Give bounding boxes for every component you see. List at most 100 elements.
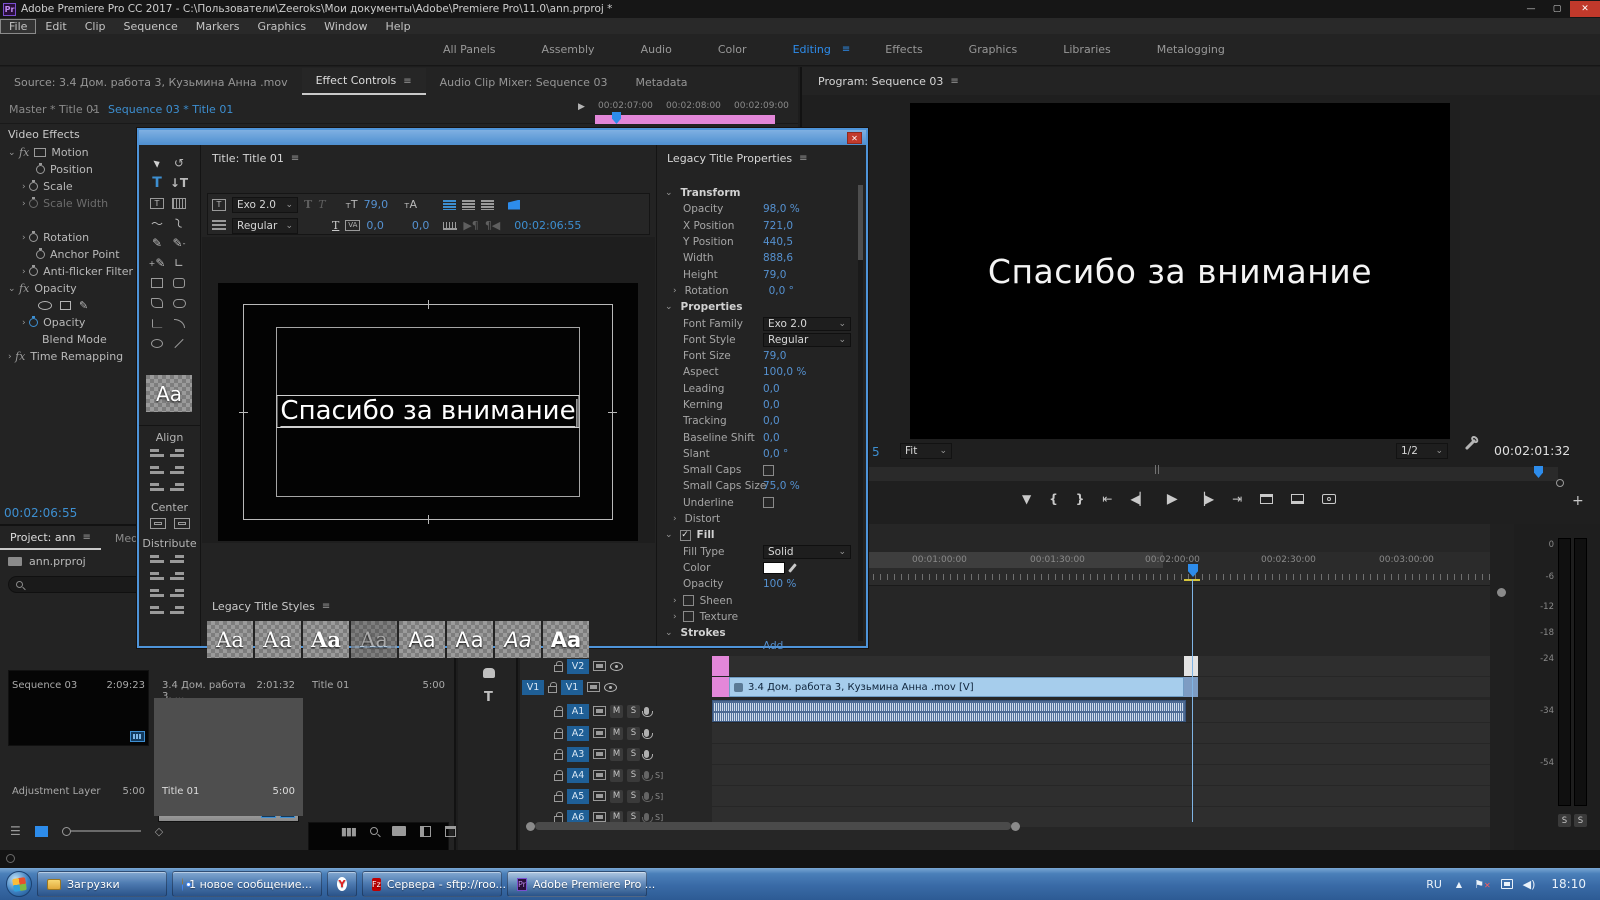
go-to-in-button[interactable]: ⇤ [1102, 492, 1112, 506]
fill-color-swatch[interactable] [763, 561, 785, 574]
solo-button[interactable]: S [627, 726, 640, 740]
fit-dropdown[interactable]: Fit ⌄ [900, 443, 952, 459]
distribute-even-v-button[interactable] [170, 605, 184, 616]
clip-video-tail[interactable] [1184, 677, 1198, 697]
menu-window[interactable]: Window [315, 19, 376, 34]
mic-icon[interactable] [642, 792, 653, 802]
sync-lock-icon[interactable] [593, 791, 606, 801]
ec-mini-clip-bar[interactable] [595, 115, 775, 124]
distribute-left-button[interactable] [150, 554, 164, 565]
taskbar-downloads[interactable]: Загрузки [37, 871, 167, 897]
rounded-rect-tool[interactable] [168, 273, 190, 293]
source-patch-v1[interactable]: V1 [522, 679, 544, 695]
property-row[interactable]: Fill Type Solid ⌄ [657, 544, 866, 560]
property-row[interactable]: › Sheen [657, 592, 866, 608]
mute-button[interactable]: M [610, 726, 623, 740]
selection-tool[interactable] [146, 153, 168, 173]
sync-lock-icon[interactable] [593, 770, 606, 780]
clip-pink[interactable] [712, 656, 729, 676]
style-swatch[interactable]: Aa [447, 621, 493, 658]
templates-icon[interactable] [212, 219, 226, 232]
align-bottom-button[interactable] [170, 482, 184, 493]
italic-button[interactable]: T [318, 198, 325, 211]
workspace-audio[interactable]: Audio [641, 43, 672, 56]
clip-video[interactable]: 3.4 Дом. работа 3, Кузьмина Анна .mov [V… [729, 677, 1184, 697]
mic-icon[interactable] [642, 771, 653, 781]
property-row[interactable]: Underline [657, 495, 866, 511]
title-panel-tab[interactable]: Title: Title 01 [212, 152, 284, 165]
font-family-dropdown[interactable]: Exo 2.0 ⌄ [763, 316, 851, 331]
property-row[interactable]: Kerning 0,0 [657, 397, 866, 413]
sync-lock-icon[interactable] [593, 706, 606, 716]
project-item-label[interactable]: Title 01 5:00 [158, 784, 299, 799]
taskbar-chrome-message[interactable]: 1 новое сообщение... [172, 871, 322, 897]
properties-scrollbar[interactable] [858, 185, 863, 641]
solo-button[interactable]: S [627, 704, 640, 718]
property-row[interactable]: X Position 721,0 [657, 218, 866, 234]
maximize-button[interactable]: ▢ [1544, 1, 1570, 17]
font-family-select[interactable]: Exo 2.0 ⌄ [232, 196, 298, 213]
property-row[interactable]: Font Style Regular ⌄ [657, 332, 866, 348]
program-scrub-bar[interactable] [810, 467, 1558, 481]
solo-button[interactable]: S [627, 768, 640, 782]
small-caps-checkbox[interactable] [763, 464, 774, 476]
action-center-flag-icon[interactable]: ⚑✕ [1474, 878, 1491, 891]
property-row[interactable]: Baseline Shift 0,0 [657, 429, 866, 445]
fill-type-dropdown[interactable]: Solid ⌄ [763, 544, 851, 559]
lock-icon[interactable] [554, 727, 563, 739]
property-row[interactable]: Small Caps [657, 462, 866, 478]
new-bin-icon[interactable] [392, 826, 406, 836]
minimize-button[interactable]: — [1518, 1, 1544, 17]
icon-view-icon[interactable] [34, 825, 48, 837]
language-indicator[interactable]: RU [1426, 878, 1442, 891]
pen-mask-icon[interactable]: ✎ [79, 299, 88, 312]
meter-solo-left[interactable]: S [1558, 814, 1571, 827]
timeline-v-scrollbar[interactable] [1490, 524, 1514, 850]
program-tab[interactable]: Program: Sequence 03 ≡ [802, 67, 1600, 95]
style-swatch[interactable]: Aa [207, 621, 253, 658]
panel-menu-icon[interactable]: ≡ [322, 601, 330, 612]
lock-icon[interactable] [548, 681, 557, 693]
area-type-tool[interactable]: T [146, 193, 168, 213]
property-row[interactable]: › Distort [657, 511, 866, 527]
track-badge[interactable]: A4 [567, 767, 589, 783]
stopwatch-icon[interactable] [29, 231, 39, 242]
vertical-type-tool[interactable]: ↓T [168, 173, 190, 193]
lock-icon[interactable] [554, 769, 563, 781]
property-row[interactable]: Add [657, 641, 866, 651]
mark-out-button[interactable]: } [1076, 492, 1085, 506]
strokes-header-row[interactable]: ⌄ Strokes [657, 625, 866, 641]
solo-button[interactable]: S [627, 747, 640, 761]
distribute-even-h-button[interactable] [150, 605, 164, 616]
stopwatch-icon[interactable] [29, 180, 39, 191]
distribute-top-button[interactable] [170, 554, 184, 565]
workspace-menu-icon[interactable]: ≡ [842, 44, 850, 55]
workspace-effects[interactable]: Effects [885, 43, 922, 56]
rectangle-tool[interactable] [146, 273, 168, 293]
property-row[interactable]: Font Size 79,0 [657, 348, 866, 364]
properties-header-row[interactable]: ⌄ Properties [657, 299, 866, 315]
track-output-eye-icon[interactable] [604, 682, 617, 692]
taskbar-yandex[interactable]: Y [327, 871, 357, 897]
hand-tool[interactable] [483, 668, 495, 678]
workspace-metalogging[interactable]: Metalogging [1157, 43, 1225, 56]
texture-checkbox[interactable] [682, 611, 694, 623]
font-browse-icon[interactable]: T [212, 198, 226, 211]
track-badge[interactable]: A1 [567, 703, 589, 719]
property-row[interactable]: Width 888,6 [657, 250, 866, 266]
lock-icon[interactable] [554, 705, 563, 717]
property-row[interactable]: Slant 0,0 ° [657, 446, 866, 462]
ruler-icon[interactable] [443, 221, 458, 230]
clipped-corner-rect-tool[interactable] [146, 293, 168, 313]
rotation-tool[interactable]: ↺ [168, 153, 190, 173]
tray-expand-icon[interactable]: ▲ [1456, 880, 1462, 889]
pen-tool[interactable]: ✎ [146, 233, 168, 253]
close-button[interactable]: ✕ [1570, 1, 1600, 17]
master-clip-label[interactable]: Master * Title 01 [9, 103, 100, 116]
stopwatch-icon[interactable] [36, 248, 45, 259]
paragraph-rtl-icon[interactable]: ¶◀ [485, 219, 500, 232]
menu-clip[interactable]: Clip [76, 19, 115, 34]
lift-button[interactable] [1260, 494, 1274, 504]
title-canvas[interactable]: Спасибо за внимание [218, 283, 638, 541]
panel-menu-icon[interactable]: ≡ [291, 153, 299, 164]
